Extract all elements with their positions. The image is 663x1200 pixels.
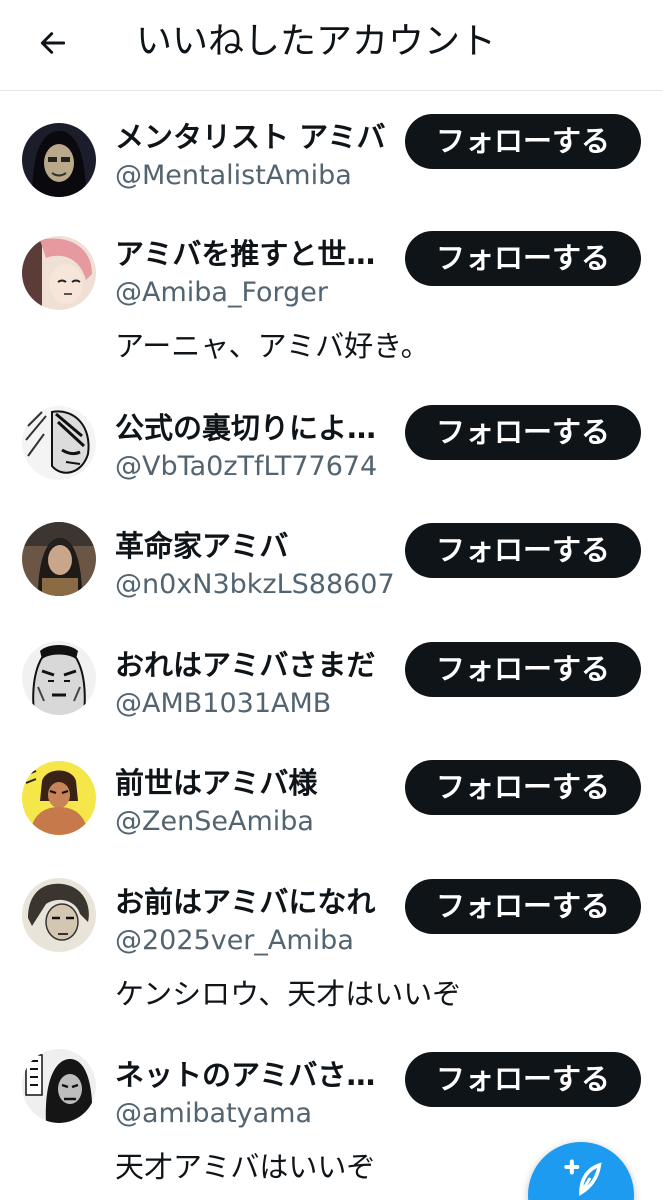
user-handle: @2025ver_Amiba xyxy=(115,925,354,956)
user-row[interactable]: 公式の裏切りによ… @VbTa0zTfLT77674 フォローする xyxy=(0,405,663,488)
avatar-image xyxy=(22,236,96,310)
user-row[interactable]: メンタリスト アミバ @MentalistAmiba フォローする xyxy=(0,114,663,197)
user-bio: アーニャ、アミバ好き。 xyxy=(115,329,430,363)
avatar-image xyxy=(22,878,96,952)
avatar[interactable] xyxy=(22,406,96,480)
user-handle: @MentalistAmiba xyxy=(115,160,352,191)
user-name[interactable]: メンタリスト アミバ xyxy=(115,117,400,157)
user-row[interactable]: 革命家アミバ @n0xN3bkzLS88607 フォローする xyxy=(0,522,663,606)
avatar[interactable] xyxy=(22,236,96,310)
avatar-image xyxy=(22,761,96,835)
avatar-image xyxy=(22,641,96,715)
avatar-image xyxy=(22,123,96,197)
avatar[interactable] xyxy=(22,761,96,835)
avatar[interactable] xyxy=(22,1049,96,1123)
avatar-image xyxy=(22,522,96,596)
follow-button[interactable]: フォローする xyxy=(405,1052,641,1107)
avatar-image xyxy=(22,406,96,480)
user-bio: ケンシロウ、天才はいいぞ xyxy=(115,977,462,1011)
user-name[interactable]: アミバを推すと世… xyxy=(115,234,400,274)
user-name[interactable]: 前世はアミバ様 xyxy=(115,763,400,803)
user-name[interactable]: ネットのアミバさ… xyxy=(115,1055,400,1095)
user-name[interactable]: 公式の裏切りによ… xyxy=(115,408,400,448)
user-name[interactable]: お前はアミバになれ xyxy=(115,882,400,922)
user-row[interactable]: お前はアミバになれ @2025ver_Amiba ケンシロウ、天才はいいぞ フォ… xyxy=(0,878,663,1012)
follow-button[interactable]: フォローする xyxy=(405,405,641,460)
likes-screen: いいねしたアカウント メンタリスト アミバ @MentalistAmiba フォ… xyxy=(0,0,663,1200)
avatar-image xyxy=(22,1049,96,1123)
user-list: メンタリスト アミバ @MentalistAmiba フォローする アミバを推す… xyxy=(0,0,663,1200)
user-handle: @ZenSeAmiba xyxy=(115,806,314,837)
user-name[interactable]: おれはアミバさまだ xyxy=(115,645,400,685)
user-handle: @amibatyama xyxy=(115,1098,312,1129)
follow-button[interactable]: フォローする xyxy=(405,760,641,815)
user-handle: @Amiba_Forger xyxy=(115,277,329,308)
follow-button[interactable]: フォローする xyxy=(405,231,641,286)
follow-button[interactable]: フォローする xyxy=(405,879,641,934)
user-row[interactable]: 前世はアミバ様 @ZenSeAmiba フォローする xyxy=(0,760,663,843)
user-row[interactable]: アミバを推すと世… @Amiba_Forger アーニャ、アミバ好き。 フォロー… xyxy=(0,231,663,364)
avatar[interactable] xyxy=(22,641,96,715)
follow-button[interactable]: フォローする xyxy=(405,114,641,169)
compose-plus-icon xyxy=(564,1159,602,1196)
user-name[interactable]: 革命家アミバ xyxy=(115,526,400,566)
avatar[interactable] xyxy=(22,878,96,952)
user-handle: @n0xN3bkzLS88607 xyxy=(115,569,395,600)
avatar[interactable] xyxy=(22,123,96,197)
avatar[interactable] xyxy=(22,522,96,596)
user-handle: @AMB1031AMB xyxy=(115,688,332,719)
user-bio: 天才アミバはいいぞ xyxy=(115,1150,376,1184)
follow-button[interactable]: フォローする xyxy=(405,642,641,697)
user-row[interactable]: おれはアミバさまだ @AMB1031AMB フォローする xyxy=(0,641,663,725)
follow-button[interactable]: フォローする xyxy=(405,523,641,578)
user-handle: @VbTa0zTfLT77674 xyxy=(115,451,378,482)
